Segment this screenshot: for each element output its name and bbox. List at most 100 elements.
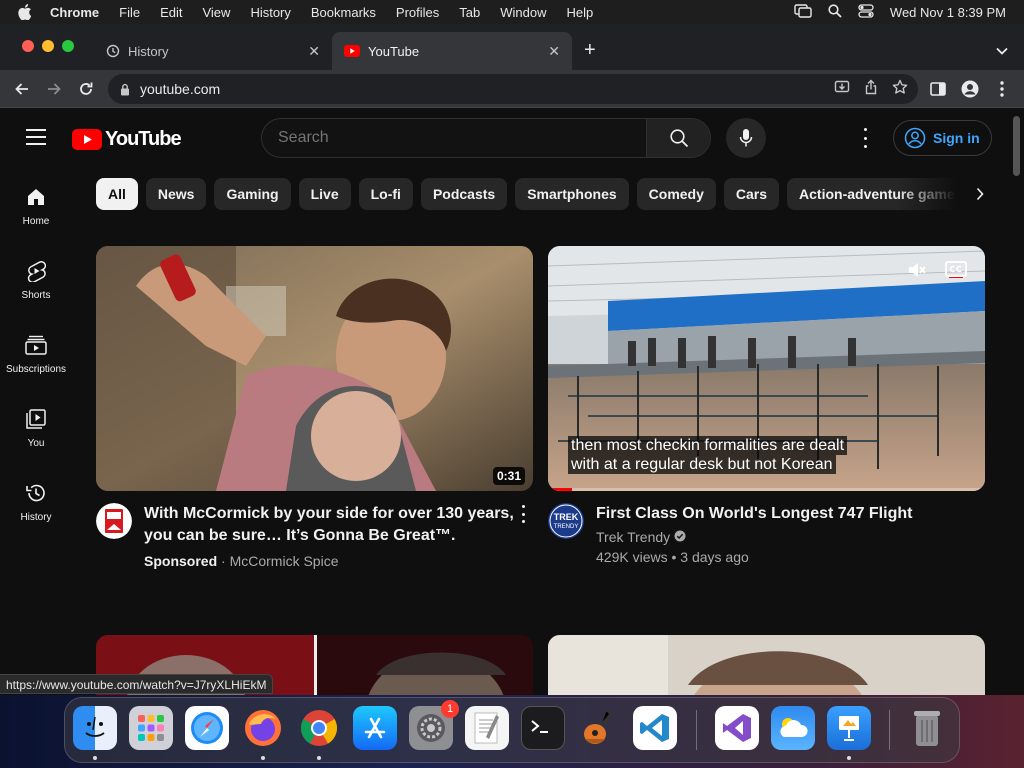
dock-trash-icon[interactable] — [905, 706, 949, 750]
share-icon[interactable] — [864, 79, 878, 98]
close-tab-icon[interactable]: ✕ — [548, 43, 560, 60]
forward-button[interactable] — [44, 79, 64, 99]
menu-bookmarks[interactable]: Bookmarks — [311, 5, 376, 20]
sidebar-item-subscriptions[interactable]: Subscriptions — [0, 332, 72, 392]
video-preview-player[interactable]: then most checkin formalities are dealt … — [548, 246, 985, 491]
lock-icon[interactable] — [120, 83, 130, 96]
video-card[interactable]: then most checkin formalities are dealt … — [548, 246, 985, 583]
video-sponsor-line: Sponsored · McCormick Spice — [144, 553, 338, 569]
new-tab-button[interactable]: + — [584, 40, 596, 60]
video-title[interactable]: First Class On World's Longest 747 Fligh… — [596, 503, 966, 525]
search-button[interactable] — [646, 119, 710, 157]
close-tab-icon[interactable]: ✕ — [308, 43, 320, 60]
chip-podcasts[interactable]: Podcasts — [420, 178, 508, 210]
menu-help[interactable]: Help — [567, 5, 594, 20]
spotlight-search-icon[interactable] — [828, 3, 842, 21]
playback-progress-bar[interactable] — [548, 488, 985, 491]
chip-all[interactable]: All — [96, 178, 138, 210]
reload-button[interactable] — [76, 79, 96, 99]
sidebar-item-shorts[interactable]: Shorts — [0, 258, 72, 318]
profile-avatar-icon[interactable] — [960, 79, 980, 99]
channel-avatar[interactable]: TREK TRENDY — [548, 503, 584, 539]
chrome-menu-icon[interactable] — [992, 79, 1012, 99]
menu-tab[interactable]: Tab — [459, 5, 480, 20]
dock-terminal-icon[interactable] — [521, 706, 565, 750]
scrollbar-thumb[interactable] — [1013, 116, 1020, 176]
menu-file[interactable]: File — [119, 5, 140, 20]
side-panel-icon[interactable] — [928, 79, 948, 99]
channel-name[interactable]: McCormick Spice — [230, 553, 339, 569]
home-icon — [26, 184, 46, 210]
chip-live[interactable]: Live — [298, 178, 351, 210]
dock-finder-icon[interactable] — [73, 706, 117, 750]
dock-garageband-icon[interactable] — [577, 706, 621, 750]
bookmark-star-icon[interactable] — [892, 79, 908, 98]
running-indicator — [317, 756, 321, 760]
menu-edit[interactable]: Edit — [160, 5, 182, 20]
guide-menu-icon[interactable] — [26, 129, 46, 150]
video-action-menu-icon[interactable] — [519, 505, 527, 523]
menubar-clock[interactable]: Wed Nov 1 8:39 PM — [890, 5, 1006, 20]
screen-mirroring-icon[interactable] — [794, 3, 812, 21]
install-app-icon[interactable] — [834, 79, 850, 98]
sidebar-item-home[interactable]: Home — [0, 184, 72, 244]
close-window-button[interactable] — [22, 40, 34, 52]
dock-firefox-icon[interactable] — [241, 706, 285, 750]
page-scrollbar[interactable] — [1010, 108, 1024, 695]
closed-captions-icon[interactable] — [945, 260, 967, 283]
sign-in-button[interactable]: Sign in — [893, 120, 992, 156]
channel-avatar[interactable] — [96, 503, 132, 539]
video-title[interactable]: With McCormick by your side for over 130… — [144, 503, 514, 547]
dock-weather-icon[interactable] — [771, 706, 815, 750]
dock-app-store-icon[interactable] — [353, 706, 397, 750]
dock-visual-studio-icon[interactable] — [715, 706, 759, 750]
subscriptions-icon — [25, 332, 47, 358]
mute-icon[interactable] — [907, 260, 927, 285]
search-box[interactable] — [261, 118, 711, 158]
chip-gaming[interactable]: Gaming — [214, 178, 291, 210]
video-thumbnail[interactable] — [548, 635, 985, 695]
dock-chrome-icon[interactable] — [297, 706, 341, 750]
notification-badge: 1 — [441, 700, 459, 718]
chip-lofi[interactable]: Lo-fi — [358, 178, 413, 210]
zoom-window-button[interactable] — [62, 40, 74, 52]
menu-view[interactable]: View — [202, 5, 230, 20]
menu-window[interactable]: Window — [500, 5, 546, 20]
chips-next-button[interactable] — [964, 178, 996, 210]
back-button[interactable] — [12, 79, 32, 99]
search-input[interactable] — [262, 129, 646, 147]
shorts-icon — [26, 258, 46, 284]
youtube-logo[interactable]: YouTube — [72, 128, 182, 151]
dock: 1 — [64, 697, 960, 763]
channel-name[interactable]: Trek Trendy — [596, 529, 670, 545]
dock-safari-icon[interactable] — [185, 706, 229, 750]
chip-cars[interactable]: Cars — [723, 178, 780, 210]
apple-menu-icon[interactable] — [18, 4, 36, 20]
chip-news[interactable]: News — [145, 178, 207, 210]
menu-history[interactable]: History — [250, 5, 290, 20]
tab-history[interactable]: History ✕ — [94, 32, 332, 70]
dock-vscode-icon[interactable] — [633, 706, 677, 750]
dock-system-settings-icon[interactable]: 1 — [409, 700, 459, 750]
settings-menu-icon[interactable] — [858, 128, 872, 148]
video-card-sponsored[interactable]: 0:31 With McCormick by your side for ove… — [96, 246, 533, 583]
control-center-icon[interactable] — [858, 3, 874, 21]
dock-textedit-icon[interactable] — [465, 706, 509, 750]
menu-chrome[interactable]: Chrome — [50, 5, 99, 20]
dock-separator — [696, 710, 697, 750]
url-text[interactable]: youtube.com — [140, 81, 220, 97]
dock-keynote-icon[interactable] — [827, 706, 871, 750]
tab-youtube[interactable]: YouTube ✕ — [332, 32, 572, 70]
sidebar-item-you[interactable]: You — [0, 406, 72, 466]
voice-search-button[interactable] — [726, 118, 766, 158]
sidebar-item-history[interactable]: History — [0, 480, 72, 540]
tab-search-chevron-icon[interactable] — [996, 42, 1008, 60]
minimize-window-button[interactable] — [42, 40, 54, 52]
address-bar[interactable]: youtube.com — [108, 74, 918, 104]
menu-profiles[interactable]: Profiles — [396, 5, 439, 20]
video-thumbnail[interactable]: 0:31 — [96, 246, 533, 491]
chip-comedy[interactable]: Comedy — [636, 178, 716, 210]
dock-launchpad-icon[interactable] — [129, 706, 173, 750]
chip-smartphones[interactable]: Smartphones — [515, 178, 629, 210]
caption-line: then most checkin formalities are dealt — [568, 436, 848, 455]
